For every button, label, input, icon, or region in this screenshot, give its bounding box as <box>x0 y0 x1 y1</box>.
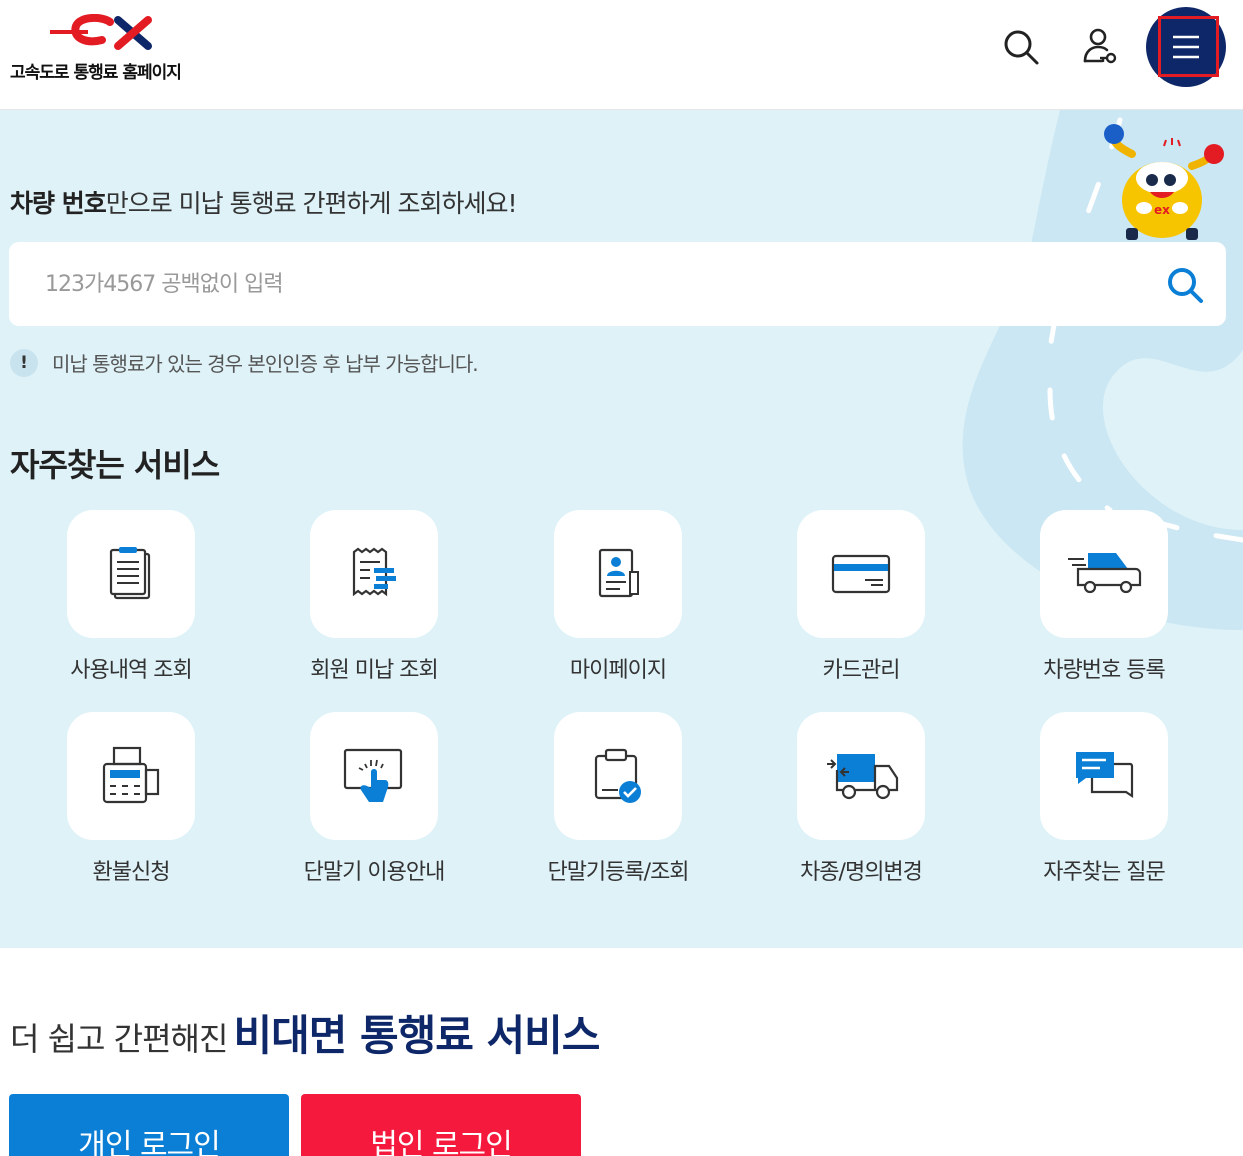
receipt-icon <box>352 547 396 597</box>
promo-text-normal: 더 쉽고 간편해진 <box>10 1020 228 1058</box>
truck-exchange-icon <box>827 754 899 800</box>
service-label: 자주찾는 질문 <box>1043 860 1165 885</box>
service-icon-box <box>1040 510 1168 638</box>
service-label: 회원 미납 조회 <box>310 658 438 683</box>
service-label: 차량번호 등록 <box>1043 658 1165 683</box>
header-login-button[interactable] <box>1075 22 1125 72</box>
service-refund-request[interactable]: 환불신청 <box>31 712 231 902</box>
plate-search-box <box>9 242 1226 326</box>
promo-text-strong: 비대면 통행료 서비스 <box>233 1011 600 1060</box>
clipboard-check-icon <box>594 748 641 803</box>
service-card-management[interactable]: 카드관리 <box>761 510 961 700</box>
hero-section: ex 차량 번호만으로 미납 통행료 간편하게 조회하세요! ! 미납 통행료가… <box>0 110 1243 948</box>
service-plate-registration[interactable]: 차량번호 등록 <box>1004 510 1204 700</box>
mascot-car-icon: ex <box>1104 124 1224 240</box>
service-label: 카드관리 <box>822 658 901 683</box>
service-faq[interactable]: 자주찾는 질문 <box>1004 712 1204 902</box>
search-icon <box>1004 30 1039 65</box>
hero-title: 차량 번호만으로 미납 통행료 간편하게 조회하세요! <box>10 184 518 220</box>
logo-text: 고속도로 통행료 홈페이지 <box>10 63 182 83</box>
unpaid-notice: ! 미납 통행료가 있는 경우 본인인증 후 납부 가능합니다. <box>10 348 479 377</box>
hero-title-bold: 차량 번호 <box>10 189 107 218</box>
service-label: 사용내역 조회 <box>70 658 192 683</box>
ex-logo-icon <box>50 14 152 50</box>
car-icon <box>1068 553 1142 594</box>
chat-bubbles-icon <box>1076 752 1134 799</box>
services-title: 자주찾는 서비스 <box>10 446 220 484</box>
header-menu-button[interactable] <box>1146 7 1226 87</box>
exclamation-icon: ! <box>10 348 38 377</box>
service-icon-box <box>797 712 925 840</box>
service-icon-box <box>797 510 925 638</box>
service-icon-box <box>1040 712 1168 840</box>
credit-card-icon <box>831 554 891 594</box>
service-label: 차종/명의변경 <box>800 860 923 885</box>
notice-text: 미납 통행료가 있는 경우 본인인증 후 납부 가능합니다. <box>52 352 479 376</box>
site-logo[interactable]: 고속도로 통행료 홈페이지 <box>10 14 210 84</box>
svg-text:ex: ex <box>1154 203 1170 217</box>
service-icon-box <box>554 510 682 638</box>
promo-heading: 더 쉽고 간편해진 비대면 통행료 서비스 <box>10 1002 600 1063</box>
fax-machine-icon <box>102 746 160 804</box>
service-label: 마이페이지 <box>569 658 667 683</box>
service-icon-box <box>310 510 438 638</box>
service-mypage[interactable]: 마이페이지 <box>518 510 718 700</box>
personal-login-button[interactable]: 개인 로그인 <box>9 1094 289 1156</box>
hero-title-rest: 만으로 미납 통행료 간편하게 조회하세요! <box>105 189 518 218</box>
service-icon-box <box>67 712 195 840</box>
service-vehicle-owner-change[interactable]: 차종/명의변경 <box>761 712 961 902</box>
service-label: 환불신청 <box>92 860 171 885</box>
profile-document-icon <box>598 548 639 598</box>
plate-number-input[interactable] <box>45 262 1125 306</box>
service-usage-history[interactable]: 사용내역 조회 <box>31 510 231 700</box>
service-icon-box <box>67 510 195 638</box>
corporate-login-button[interactable]: 법인 로그인 <box>301 1094 581 1156</box>
header-search-button[interactable] <box>996 22 1046 72</box>
service-member-unpaid[interactable]: 회원 미납 조회 <box>274 510 474 700</box>
service-terminal-registration[interactable]: 단말기등록/조회 <box>518 712 718 902</box>
document-list-icon <box>109 547 151 600</box>
service-label: 단말기등록/조회 <box>547 860 689 885</box>
service-icon-box <box>554 712 682 840</box>
plate-search-button[interactable] <box>1161 262 1209 308</box>
touch-screen-icon <box>343 748 403 802</box>
search-icon <box>1168 268 1203 303</box>
service-terminal-guide[interactable]: 단말기 이용안내 <box>274 712 474 902</box>
service-label: 단말기 이용안내 <box>303 860 446 885</box>
service-icon-box <box>310 712 438 840</box>
site-header: 고속도로 통행료 홈페이지 <box>0 0 1243 110</box>
hamburger-menu-icon <box>1173 35 1199 59</box>
user-key-icon <box>1083 28 1117 64</box>
